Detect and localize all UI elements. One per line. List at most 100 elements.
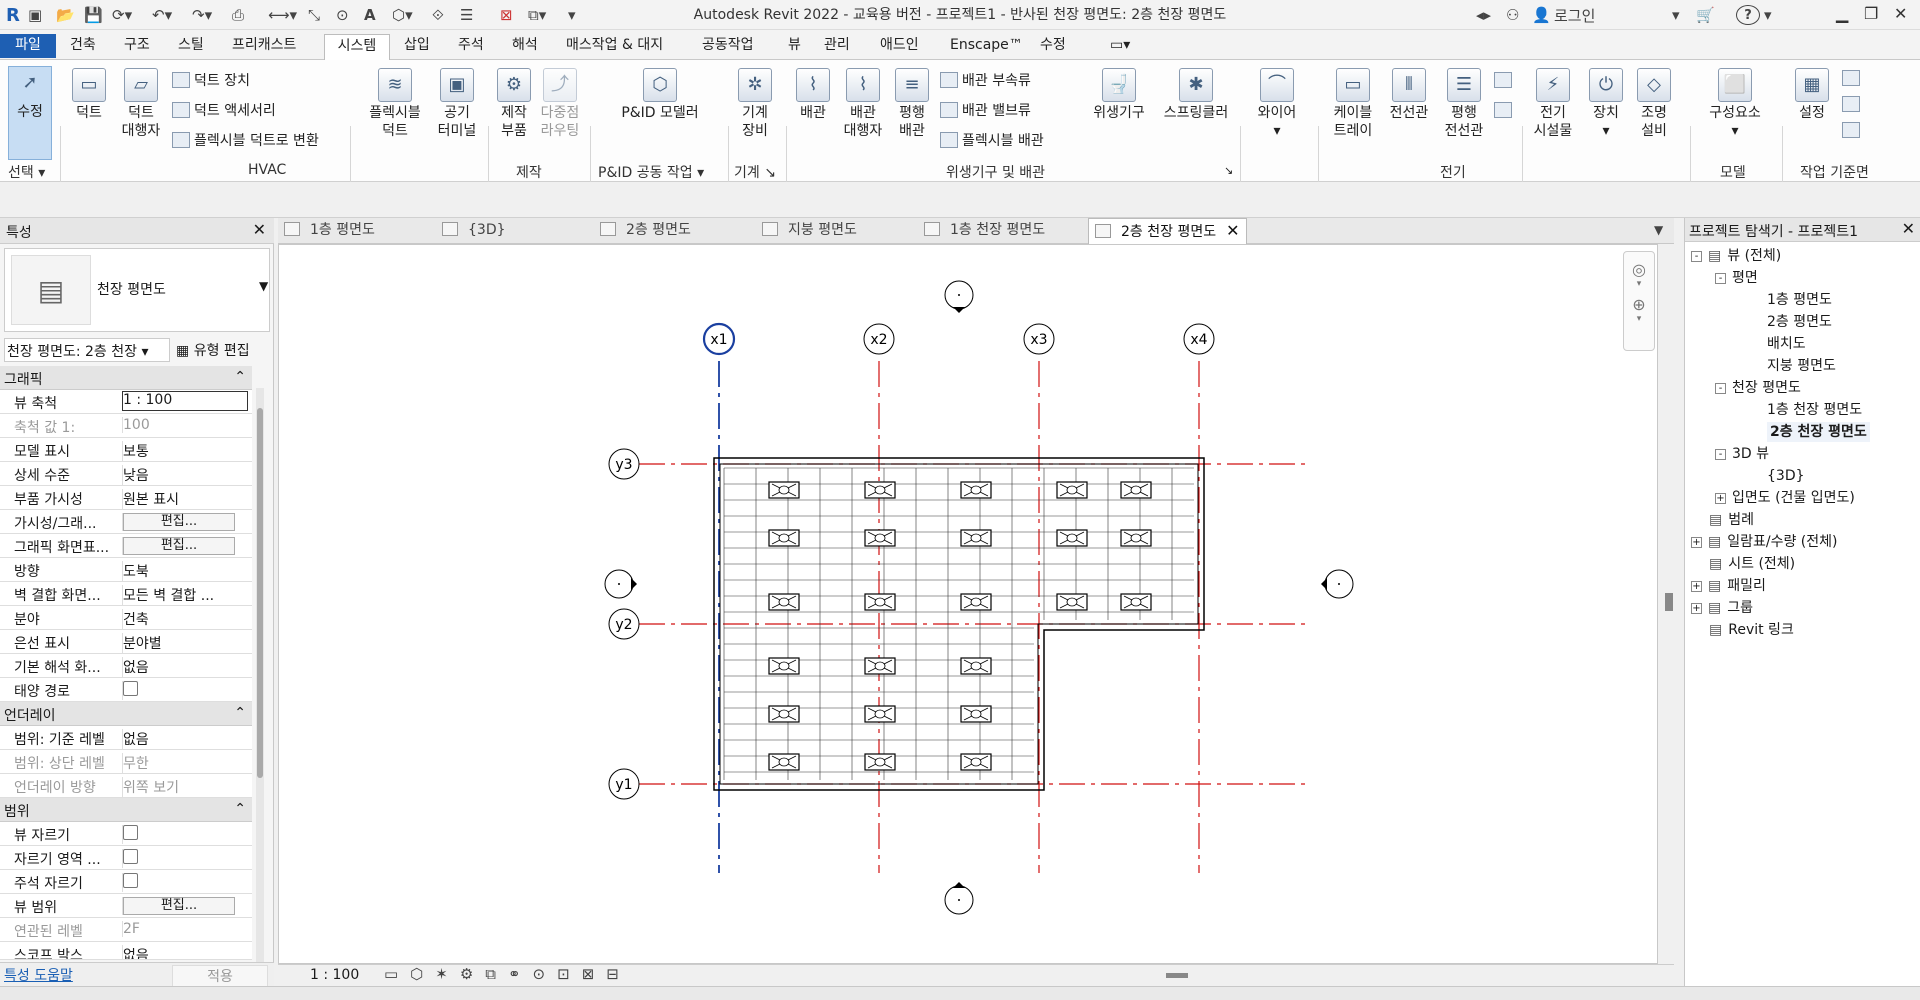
edit-type-button[interactable]: ▦ 유형 편집 bbox=[174, 338, 270, 362]
prop-row[interactable]: 방향 도북 bbox=[0, 558, 252, 582]
close-properties-icon[interactable]: ✕ bbox=[253, 220, 266, 239]
browser-tree-node[interactable]: + ▤ 일람표/수량 (전체) bbox=[1691, 532, 1838, 552]
duct-placeholder-button[interactable]: ▱ 덕트 대행자 bbox=[114, 68, 168, 140]
grid-label[interactable]: y1 bbox=[615, 777, 632, 793]
plumbing-dialog-launcher-icon[interactable]: ↘ bbox=[1224, 164, 1233, 177]
crop-region-visible-checkbox[interactable] bbox=[123, 849, 138, 864]
tab-addins[interactable]: 애드인 bbox=[876, 34, 923, 60]
grid-label[interactable]: y2 bbox=[615, 617, 632, 633]
show-workplane-icon[interactable] bbox=[1842, 70, 1864, 87]
duct-fitting-button[interactable]: 덕트 장치 bbox=[172, 70, 250, 90]
view-tab[interactable]: {3D} bbox=[442, 218, 506, 244]
section-underlay[interactable]: 언더레이 ⌃ bbox=[0, 702, 252, 726]
viewer-icon[interactable] bbox=[1842, 122, 1864, 139]
customize-qat-icon[interactable]: ▾ bbox=[568, 6, 588, 24]
prop-row[interactable]: 은선 표시 분야별 bbox=[0, 630, 252, 654]
grid-head-y[interactable]: y3 bbox=[608, 448, 640, 480]
switch-windows-icon[interactable]: ⧉▾ bbox=[528, 6, 568, 24]
tabs-dropdown-icon[interactable]: ▼ bbox=[1654, 218, 1663, 244]
collapse-node-icon[interactable]: - bbox=[1715, 383, 1726, 394]
vg-edit-button[interactable]: 편집... bbox=[123, 513, 235, 531]
text-icon[interactable]: A bbox=[364, 6, 392, 24]
browser-tree-node[interactable]: ▤ Revit 링크 bbox=[1691, 620, 1794, 640]
tab-steel[interactable]: 스틸 bbox=[174, 34, 208, 60]
pipe-button[interactable]: ⌇ 배관 bbox=[790, 68, 836, 122]
prop-row[interactable]: 벽 결합 화면... 모든 벽 결합 ... bbox=[0, 582, 252, 606]
search-arrows-icon[interactable]: ◂▸ bbox=[1476, 6, 1506, 24]
grid-label[interactable]: x2 bbox=[870, 332, 887, 348]
section-icon[interactable]: ⟐ bbox=[432, 6, 460, 24]
annotation-crop-checkbox[interactable] bbox=[123, 873, 138, 888]
tab-file[interactable]: 파일 bbox=[0, 34, 56, 58]
collapse-node-icon[interactable]: - bbox=[1691, 251, 1702, 262]
expand-node-icon[interactable]: + bbox=[1691, 537, 1702, 548]
prop-row[interactable]: 그래픽 화면표... 편집... bbox=[0, 534, 252, 558]
conduit-button[interactable]: ⦀ 전선관 bbox=[1384, 68, 1434, 122]
tab-structure[interactable]: 구조 bbox=[120, 34, 154, 60]
modify-button[interactable]: ➚ 수정 bbox=[8, 66, 52, 160]
grid-head-x[interactable]: x2 bbox=[863, 323, 895, 355]
tab-precast[interactable]: 프리캐스트 bbox=[228, 34, 300, 60]
prop-row[interactable]: 모델 표시 보통 bbox=[0, 438, 252, 462]
pid-modeler-button[interactable]: ⬡ P&ID 모델러 bbox=[612, 68, 708, 122]
crop-view-checkbox[interactable] bbox=[123, 825, 138, 840]
grid-label[interactable]: x1 bbox=[710, 332, 727, 348]
home-icon[interactable]: ▣ bbox=[28, 6, 56, 24]
parallel-conduits-button[interactable]: ☰ 평행 전선관 bbox=[1436, 68, 1492, 140]
electrical-equipment-button[interactable]: ⚡ 전기 시설물 bbox=[1526, 68, 1580, 140]
grid-label[interactable]: x4 bbox=[1190, 332, 1207, 348]
duct-accessory-button[interactable]: 덕트 액세서리 bbox=[172, 100, 276, 120]
drawing-canvas[interactable]: x1 x2 x3 x4 y3 y2 y1 ◎ ▾ ⊕ ▾ bbox=[278, 244, 1673, 964]
browser-tree-node[interactable]: ▤ 시트 (전체) bbox=[1691, 554, 1795, 574]
set-workplane-button[interactable]: ▦ 설정 bbox=[1790, 68, 1834, 122]
fabrication-part-button[interactable]: ⚙ 제작 부품 bbox=[494, 68, 534, 140]
vertical-scroll-thumb[interactable] bbox=[1665, 593, 1673, 611]
expand-node-icon[interactable]: + bbox=[1691, 603, 1702, 614]
prop-row[interactable]: 부품 가시성 원본 표시 bbox=[0, 486, 252, 510]
view-scale[interactable]: 1 : 100 bbox=[310, 967, 359, 983]
thin-lines-icon[interactable]: ☰ bbox=[460, 6, 500, 24]
horizontal-scroll-thumb[interactable] bbox=[1166, 973, 1188, 978]
steering-wheel-icon[interactable]: ◎ bbox=[1624, 260, 1654, 279]
tab-insert[interactable]: 삽입 bbox=[400, 34, 434, 60]
parallel-pipes-button[interactable]: ≡ 평행 배관 bbox=[890, 68, 934, 140]
browser-tree-node[interactable]: + ▤ 패밀리 bbox=[1691, 576, 1766, 596]
prop-row[interactable]: 가시성/그래... 편집... bbox=[0, 510, 252, 534]
3d-view-icon[interactable]: ⬡▾ bbox=[392, 6, 432, 24]
prop-row[interactable]: 주석 자르기 bbox=[0, 870, 252, 894]
duct-button[interactable]: ▭ 덕트 bbox=[66, 68, 112, 122]
browser-tree-node[interactable]: {3D} bbox=[1767, 466, 1805, 486]
tab-modify[interactable]: 수정 bbox=[1036, 34, 1070, 60]
tab-analyze[interactable]: 해석 bbox=[508, 34, 542, 60]
component-button[interactable]: ⬜ 구성요소 ▾ bbox=[1698, 68, 1772, 140]
tab-architecture[interactable]: 건축 bbox=[66, 34, 100, 60]
select-panel-label[interactable]: 선택 ▾ bbox=[8, 162, 45, 182]
tab-enscape[interactable]: Enscape™ bbox=[946, 34, 1027, 60]
user-icon[interactable]: 👤 bbox=[1532, 6, 1554, 24]
multipoint-routing-button[interactable]: ⤴ 다중점 라우팅 bbox=[536, 68, 584, 140]
grid-head-x[interactable]: x4 bbox=[1183, 323, 1215, 355]
view-tab[interactable]: 1층 평면도 bbox=[284, 218, 375, 244]
browser-tree-node[interactable]: - ▤ 뷰 (전체) bbox=[1691, 246, 1781, 266]
print-icon[interactable]: ⎙ bbox=[232, 6, 268, 24]
collapse-node-icon[interactable]: - bbox=[1715, 273, 1726, 284]
tab-systems[interactable]: 시스템 bbox=[324, 34, 390, 60]
save-icon[interactable]: 💾 bbox=[84, 6, 112, 24]
open-icon[interactable]: 📂 bbox=[56, 6, 84, 24]
ref-plane-icon[interactable] bbox=[1842, 96, 1864, 113]
collapse-icon[interactable]: ⌃ bbox=[234, 801, 246, 817]
wheel-dropdown-icon[interactable]: ▾ bbox=[1624, 279, 1654, 289]
flex-pipe-button[interactable]: 플렉시블 배관 bbox=[940, 130, 1044, 150]
close-tab-icon[interactable]: ✕ bbox=[1226, 221, 1239, 240]
prop-row[interactable]: 스코프 박스 없음 bbox=[0, 942, 252, 960]
browser-tree-node[interactable]: ▤ 범례 bbox=[1691, 510, 1754, 530]
type-selector[interactable]: ▤ 천장 평면도 ▼ bbox=[4, 248, 270, 332]
browser-tree-node[interactable]: -3D 뷰 bbox=[1715, 444, 1769, 464]
prop-row[interactable]: 뷰 축척 1 : 100 bbox=[0, 390, 252, 414]
properties-help-link[interactable]: 특성 도움말 bbox=[4, 965, 73, 985]
view-tab[interactable]: 1층 천장 평면도 bbox=[924, 218, 1045, 244]
sprinkler-button[interactable]: ✱ 스프링클러 bbox=[1156, 68, 1236, 122]
help-icon[interactable]: ? bbox=[1736, 5, 1760, 25]
prop-row[interactable]: 범위: 기준 레벨 없음 bbox=[0, 726, 252, 750]
redo-icon[interactable]: ↷▾ bbox=[192, 6, 232, 24]
